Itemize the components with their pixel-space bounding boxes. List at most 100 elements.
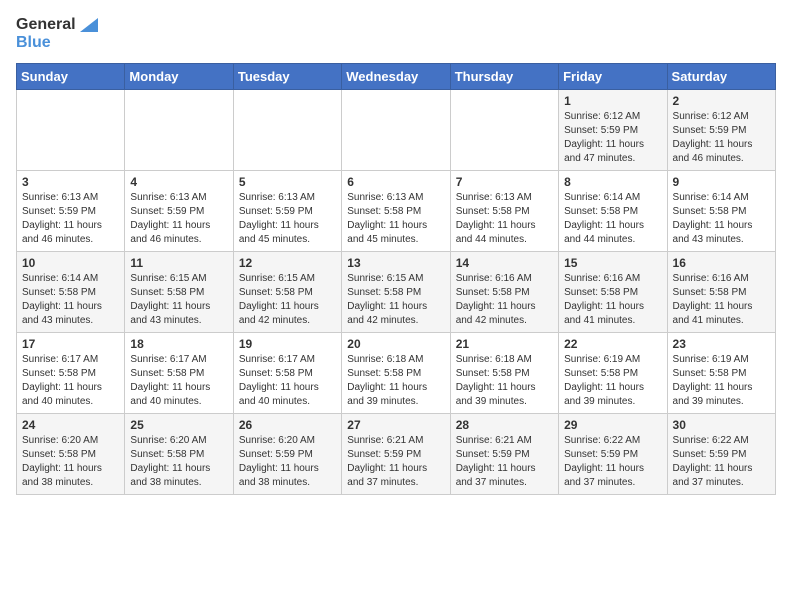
day-info: Sunrise: 6:17 AM Sunset: 5:58 PM Dayligh… xyxy=(22,353,119,409)
day-info: Sunrise: 6:15 AM Sunset: 5:58 PM Dayligh… xyxy=(239,272,336,328)
calendar-week-1: 1 Sunrise: 6:12 AM Sunset: 5:59 PM Daylig… xyxy=(17,90,776,171)
calendar-cell: 8 Sunrise: 6:14 AM Sunset: 5:58 PM Daylig… xyxy=(559,171,667,252)
calendar-cell: 21 Sunrise: 6:18 AM Sunset: 5:58 PM Dayli… xyxy=(450,333,558,414)
day-number: 24 xyxy=(22,418,119,432)
calendar-cell xyxy=(233,90,341,171)
weekday-header-tuesday: Tuesday xyxy=(233,64,341,90)
day-info: Sunrise: 6:13 AM Sunset: 5:59 PM Dayligh… xyxy=(22,191,119,247)
weekday-header-friday: Friday xyxy=(559,64,667,90)
day-number: 9 xyxy=(673,175,770,189)
calendar-cell: 11 Sunrise: 6:15 AM Sunset: 5:58 PM Dayli… xyxy=(125,252,233,333)
weekday-header-saturday: Saturday xyxy=(667,64,775,90)
calendar-cell: 27 Sunrise: 6:21 AM Sunset: 5:59 PM Dayli… xyxy=(342,414,450,495)
calendar-cell: 3 Sunrise: 6:13 AM Sunset: 5:59 PM Daylig… xyxy=(17,171,125,252)
logo-arrow-icon xyxy=(80,18,98,32)
day-info: Sunrise: 6:15 AM Sunset: 5:58 PM Dayligh… xyxy=(130,272,227,328)
day-info: Sunrise: 6:16 AM Sunset: 5:58 PM Dayligh… xyxy=(456,272,553,328)
weekday-header-wednesday: Wednesday xyxy=(342,64,450,90)
day-number: 20 xyxy=(347,337,444,351)
day-number: 18 xyxy=(130,337,227,351)
day-number: 6 xyxy=(347,175,444,189)
day-info: Sunrise: 6:17 AM Sunset: 5:58 PM Dayligh… xyxy=(239,353,336,409)
day-info: Sunrise: 6:12 AM Sunset: 5:59 PM Dayligh… xyxy=(564,110,661,166)
day-info: Sunrise: 6:14 AM Sunset: 5:58 PM Dayligh… xyxy=(564,191,661,247)
day-info: Sunrise: 6:14 AM Sunset: 5:58 PM Dayligh… xyxy=(22,272,119,328)
calendar-cell: 2 Sunrise: 6:12 AM Sunset: 5:59 PM Daylig… xyxy=(667,90,775,171)
day-number: 4 xyxy=(130,175,227,189)
day-info: Sunrise: 6:13 AM Sunset: 5:58 PM Dayligh… xyxy=(347,191,444,247)
logo-container: General Blue xyxy=(16,16,98,51)
calendar-cell: 13Sunrise: 6:15 AM Sunset: 5:58 PM Dayli… xyxy=(342,252,450,333)
calendar-cell: 29 Sunrise: 6:22 AM Sunset: 5:59 PM Dayli… xyxy=(559,414,667,495)
calendar-cell xyxy=(450,90,558,171)
calendar-cell: 28 Sunrise: 6:21 AM Sunset: 5:59 PM Dayli… xyxy=(450,414,558,495)
logo: General Blue xyxy=(16,16,98,51)
calendar-cell: 17Sunrise: 6:17 AM Sunset: 5:58 PM Dayli… xyxy=(17,333,125,414)
day-number: 30 xyxy=(673,418,770,432)
logo-blue: Blue xyxy=(16,34,51,52)
day-info: Sunrise: 6:21 AM Sunset: 5:59 PM Dayligh… xyxy=(456,434,553,490)
day-info: Sunrise: 6:16 AM Sunset: 5:58 PM Dayligh… xyxy=(673,272,770,328)
calendar-cell: 18 Sunrise: 6:17 AM Sunset: 5:58 PM Dayli… xyxy=(125,333,233,414)
day-info: Sunrise: 6:22 AM Sunset: 5:59 PM Dayligh… xyxy=(564,434,661,490)
day-number: 14 xyxy=(456,256,553,270)
day-number: 13 xyxy=(347,256,444,270)
calendar-cell: 16 Sunrise: 6:16 AM Sunset: 5:58 PM Dayli… xyxy=(667,252,775,333)
day-number: 3 xyxy=(22,175,119,189)
weekday-header-thursday: Thursday xyxy=(450,64,558,90)
day-info: Sunrise: 6:12 AM Sunset: 5:59 PM Dayligh… xyxy=(673,110,770,166)
calendar-cell: 9Sunrise: 6:14 AM Sunset: 5:58 PM Daylig… xyxy=(667,171,775,252)
day-number: 27 xyxy=(347,418,444,432)
weekday-header-row: SundayMondayTuesdayWednesdayThursdayFrid… xyxy=(17,64,776,90)
calendar-cell: 26 Sunrise: 6:20 AM Sunset: 5:59 PM Dayli… xyxy=(233,414,341,495)
day-info: Sunrise: 6:20 AM Sunset: 5:58 PM Dayligh… xyxy=(130,434,227,490)
calendar-cell: 25 Sunrise: 6:20 AM Sunset: 5:58 PM Dayli… xyxy=(125,414,233,495)
calendar-cell: 30Sunrise: 6:22 AM Sunset: 5:59 PM Dayli… xyxy=(667,414,775,495)
day-number: 21 xyxy=(456,337,553,351)
day-number: 15 xyxy=(564,256,661,270)
day-number: 22 xyxy=(564,337,661,351)
calendar-cell: 12Sunrise: 6:15 AM Sunset: 5:58 PM Dayli… xyxy=(233,252,341,333)
calendar-cell: 7 Sunrise: 6:13 AM Sunset: 5:58 PM Daylig… xyxy=(450,171,558,252)
day-number: 29 xyxy=(564,418,661,432)
day-number: 5 xyxy=(239,175,336,189)
calendar-cell: 15 Sunrise: 6:16 AM Sunset: 5:58 PM Dayli… xyxy=(559,252,667,333)
day-info: Sunrise: 6:13 AM Sunset: 5:59 PM Dayligh… xyxy=(130,191,227,247)
calendar-cell xyxy=(342,90,450,171)
day-info: Sunrise: 6:13 AM Sunset: 5:58 PM Dayligh… xyxy=(456,191,553,247)
calendar-week-2: 3 Sunrise: 6:13 AM Sunset: 5:59 PM Daylig… xyxy=(17,171,776,252)
day-number: 16 xyxy=(673,256,770,270)
day-info: Sunrise: 6:13 AM Sunset: 5:59 PM Dayligh… xyxy=(239,191,336,247)
day-number: 25 xyxy=(130,418,227,432)
day-info: Sunrise: 6:20 AM Sunset: 5:58 PM Dayligh… xyxy=(22,434,119,490)
day-number: 2 xyxy=(673,94,770,108)
calendar-table: SundayMondayTuesdayWednesdayThursdayFrid… xyxy=(16,63,776,495)
calendar-cell: 22Sunrise: 6:19 AM Sunset: 5:58 PM Dayli… xyxy=(559,333,667,414)
day-number: 7 xyxy=(456,175,553,189)
calendar-cell: 24 Sunrise: 6:20 AM Sunset: 5:58 PM Dayli… xyxy=(17,414,125,495)
day-info: Sunrise: 6:21 AM Sunset: 5:59 PM Dayligh… xyxy=(347,434,444,490)
day-number: 28 xyxy=(456,418,553,432)
calendar-cell: 10 Sunrise: 6:14 AM Sunset: 5:58 PM Dayli… xyxy=(17,252,125,333)
day-number: 8 xyxy=(564,175,661,189)
calendar-cell: 14 Sunrise: 6:16 AM Sunset: 5:58 PM Dayli… xyxy=(450,252,558,333)
day-info: Sunrise: 6:17 AM Sunset: 5:58 PM Dayligh… xyxy=(130,353,227,409)
calendar-week-4: 17Sunrise: 6:17 AM Sunset: 5:58 PM Dayli… xyxy=(17,333,776,414)
day-number: 10 xyxy=(22,256,119,270)
day-number: 11 xyxy=(130,256,227,270)
calendar-cell: 1 Sunrise: 6:12 AM Sunset: 5:59 PM Daylig… xyxy=(559,90,667,171)
logo-general: General xyxy=(16,16,98,34)
day-info: Sunrise: 6:18 AM Sunset: 5:58 PM Dayligh… xyxy=(347,353,444,409)
calendar-cell: 5 Sunrise: 6:13 AM Sunset: 5:59 PM Daylig… xyxy=(233,171,341,252)
day-info: Sunrise: 6:16 AM Sunset: 5:58 PM Dayligh… xyxy=(564,272,661,328)
day-number: 23 xyxy=(673,337,770,351)
calendar-cell: 4 Sunrise: 6:13 AM Sunset: 5:59 PM Daylig… xyxy=(125,171,233,252)
calendar-cell: 19 Sunrise: 6:17 AM Sunset: 5:58 PM Dayli… xyxy=(233,333,341,414)
weekday-header-monday: Monday xyxy=(125,64,233,90)
day-number: 1 xyxy=(564,94,661,108)
day-info: Sunrise: 6:20 AM Sunset: 5:59 PM Dayligh… xyxy=(239,434,336,490)
calendar-cell xyxy=(17,90,125,171)
day-number: 26 xyxy=(239,418,336,432)
day-info: Sunrise: 6:18 AM Sunset: 5:58 PM Dayligh… xyxy=(456,353,553,409)
day-number: 19 xyxy=(239,337,336,351)
